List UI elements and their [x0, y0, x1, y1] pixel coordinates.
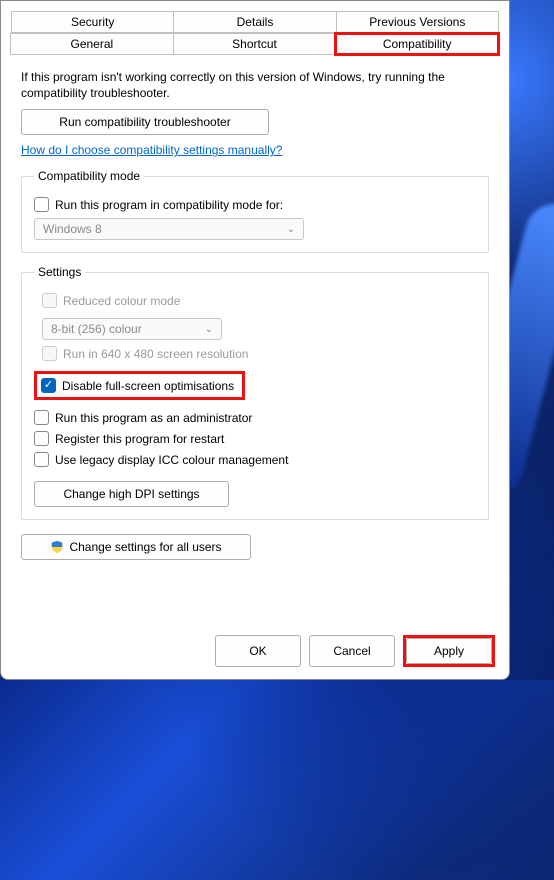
- chevron-down-icon: ⌄: [287, 224, 295, 235]
- tab-compatibility[interactable]: Compatibility: [335, 33, 499, 55]
- cancel-button[interactable]: Cancel: [309, 635, 395, 667]
- compat-mode-select-value: Windows 8: [43, 222, 102, 236]
- apply-highlight: Apply: [403, 635, 495, 667]
- shield-icon: [50, 540, 64, 554]
- tab-details[interactable]: Details: [173, 11, 336, 33]
- tab-general[interactable]: General: [10, 33, 174, 55]
- manual-settings-link[interactable]: How do I choose compatibility settings m…: [21, 143, 282, 157]
- reduced-colour-checkbox: [42, 293, 57, 308]
- compat-mode-select[interactable]: Windows 8 ⌄: [34, 218, 304, 240]
- compat-mode-label: Run this program in compatibility mode f…: [55, 198, 283, 212]
- compatibility-mode-legend: Compatibility mode: [34, 169, 144, 183]
- colour-mode-value: 8-bit (256) colour: [51, 322, 142, 336]
- run-admin-checkbox[interactable]: [34, 410, 49, 425]
- tab-content: If this program isn't working correctly …: [1, 55, 509, 572]
- intro-text: If this program isn't working correctly …: [21, 69, 489, 101]
- run-640-checkbox: [42, 346, 57, 361]
- settings-legend: Settings: [34, 265, 85, 279]
- disable-fullscreen-checkbox[interactable]: ✓: [41, 378, 56, 393]
- run-troubleshooter-button[interactable]: Run compatibility troubleshooter: [21, 109, 269, 135]
- tabs-container: Security Details Previous Versions Gener…: [1, 1, 509, 55]
- legacy-icc-label: Use legacy display ICC colour management: [55, 453, 288, 467]
- change-dpi-button[interactable]: Change high DPI settings: [34, 481, 229, 507]
- compatibility-mode-group: Compatibility mode Run this program in c…: [21, 169, 489, 253]
- legacy-icc-checkbox[interactable]: [34, 452, 49, 467]
- tab-shortcut[interactable]: Shortcut: [173, 33, 337, 55]
- compat-mode-checkbox[interactable]: [34, 197, 49, 212]
- register-restart-label: Register this program for restart: [55, 432, 224, 446]
- chevron-down-icon: ⌄: [205, 324, 213, 335]
- reduced-colour-label: Reduced colour mode: [63, 294, 180, 308]
- run-640-label: Run in 640 x 480 screen resolution: [63, 347, 248, 361]
- settings-group: Settings Reduced colour mode 8-bit (256)…: [21, 265, 489, 520]
- tab-previous-versions[interactable]: Previous Versions: [336, 11, 499, 33]
- colour-mode-select: 8-bit (256) colour ⌄: [42, 318, 222, 340]
- change-all-users-label: Change settings for all users: [69, 540, 221, 554]
- register-restart-checkbox[interactable]: [34, 431, 49, 446]
- run-admin-label: Run this program as an administrator: [55, 411, 252, 425]
- disable-fullscreen-highlight: ✓ Disable full-screen optimisations: [34, 371, 245, 400]
- apply-button[interactable]: Apply: [406, 638, 492, 664]
- disable-fullscreen-label: Disable full-screen optimisations: [62, 379, 234, 393]
- properties-dialog: Security Details Previous Versions Gener…: [0, 0, 510, 680]
- change-all-users-button[interactable]: Change settings for all users: [21, 534, 251, 560]
- ok-button[interactable]: OK: [215, 635, 301, 667]
- tab-security[interactable]: Security: [11, 11, 174, 33]
- dialog-footer: OK Cancel Apply: [215, 635, 495, 667]
